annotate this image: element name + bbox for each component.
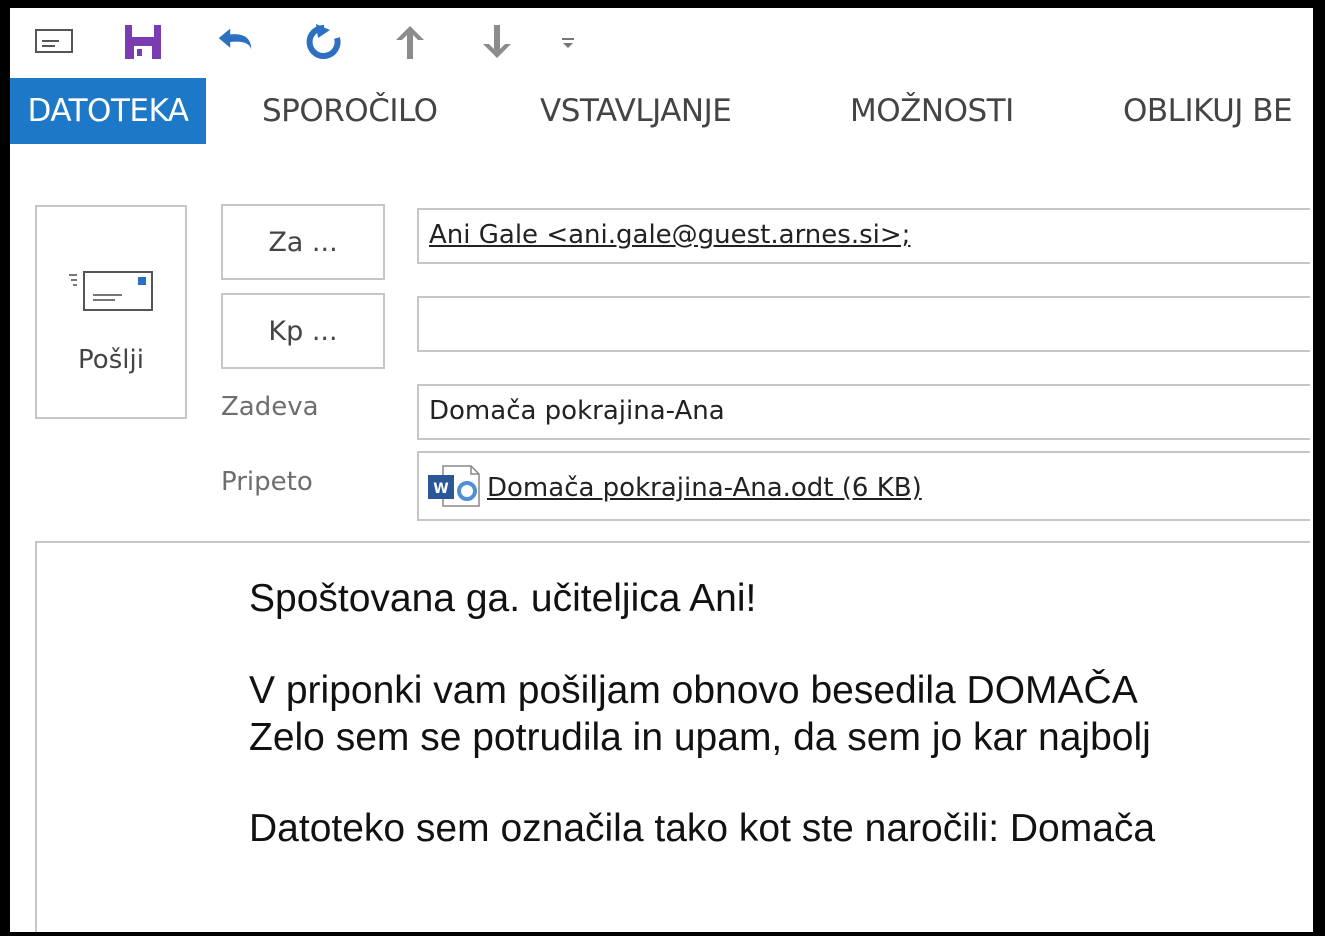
subject-field[interactable]: Domača pokrajina-Ana [417, 384, 1310, 440]
message-body[interactable]: Spoštovana ga. učiteljica Ani! V priponk… [35, 541, 1310, 932]
send-label: Pošlji [78, 345, 144, 375]
arrow-up-icon[interactable] [388, 22, 432, 62]
send-button[interactable]: Pošlji [35, 205, 187, 419]
body-line: V priponki vam pošiljam obnovo besedila … [249, 669, 1138, 712]
subject-value: Domača pokrajina-Ana [429, 396, 725, 426]
save-icon[interactable] [121, 22, 165, 62]
tab-oblikuj-besedilo[interactable]: OBLIKUJ BE [1123, 78, 1293, 144]
cc-button[interactable]: Kp ... [221, 293, 385, 369]
quick-access-toolbar [10, 8, 1310, 74]
svg-text:W: W [433, 481, 448, 497]
body-greeting: Spoštovana ga. učiteljica Ani! [249, 577, 757, 620]
envelope-icon[interactable] [32, 22, 76, 62]
attachment-file-link[interactable]: Domača pokrajina-Ana.odt (6 KB) [487, 473, 922, 503]
body-line: Zelo sem se potrudila in upam, da sem jo… [249, 716, 1151, 759]
redo-icon[interactable] [302, 22, 346, 62]
send-mail-icon [69, 271, 153, 311]
arrow-down-icon[interactable] [475, 22, 519, 62]
subject-label: Zadeva [221, 392, 319, 422]
tab-moznosti[interactable]: MOŽNOSTI [850, 78, 1014, 144]
body-line: Datoteko sem označila tako kot ste naroč… [249, 807, 1156, 850]
attachment-label: Pripeto [221, 467, 313, 497]
email-compose-window: DATOTEKA SPOROČILO VSTAVLJANJE MOŽNOSTI … [10, 8, 1310, 932]
customize-icon[interactable] [546, 22, 590, 62]
tab-vstavljanje[interactable]: VSTAVLJANJE [540, 78, 732, 144]
cc-field[interactable] [417, 296, 1310, 352]
to-recipient[interactable]: Ani Gale <ani.gale@guest.arnes.si>; [429, 220, 910, 250]
attachment-field: W Domača pokrajina-Ana.odt (6 KB) [417, 451, 1310, 521]
word-document-icon: W [428, 465, 480, 507]
ribbon-tabs: DATOTEKA SPOROČILO VSTAVLJANJE MOŽNOSTI … [10, 78, 1310, 144]
to-button[interactable]: Za ... [221, 204, 385, 280]
tab-datoteka[interactable]: DATOTEKA [10, 78, 206, 144]
undo-icon[interactable] [213, 22, 257, 62]
tab-sporocilo[interactable]: SPOROČILO [262, 78, 438, 144]
to-field[interactable]: Ani Gale <ani.gale@guest.arnes.si>; [417, 208, 1310, 264]
